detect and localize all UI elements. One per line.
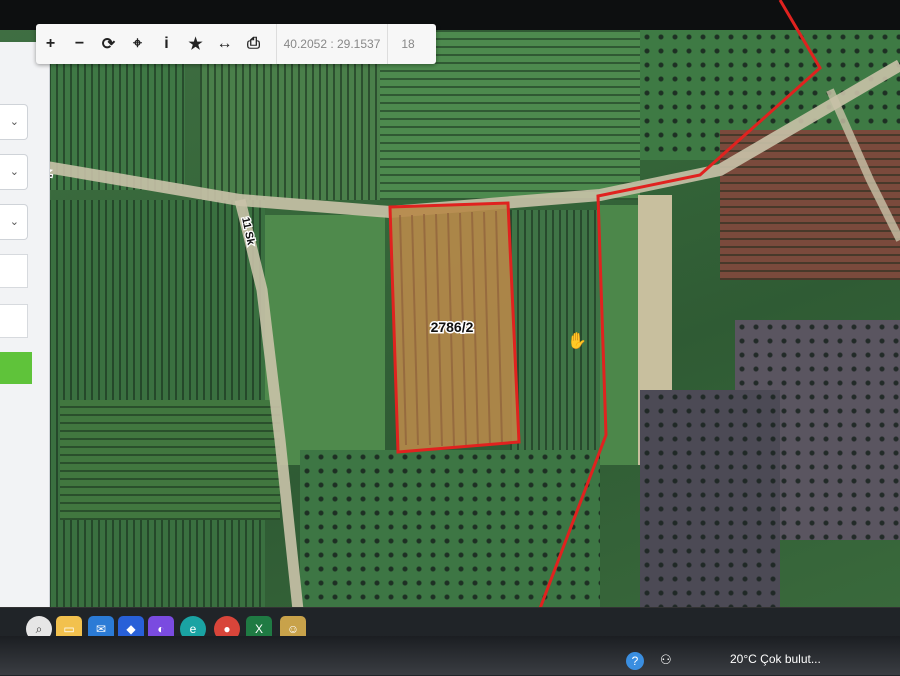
chevron-down-icon: ⌄ — [9, 116, 19, 128]
chevron-down-icon: ⌄ — [9, 166, 19, 178]
side-input-2[interactable] — [0, 304, 28, 338]
side-input-1[interactable] — [0, 254, 28, 288]
star-icon: ★ — [188, 36, 203, 53]
zoom-out-button[interactable]: − — [65, 24, 94, 64]
orchard-field — [510, 210, 600, 470]
print-button[interactable]: ⎙ — [239, 24, 268, 64]
zoom-in-button[interactable]: + — [36, 24, 65, 64]
layer-select-2[interactable]: ⌄ — [0, 154, 28, 190]
orchard-field — [60, 400, 280, 520]
map-toolbar: + − ⟳ ⌖ i ★ ↔ ⎙ 40.2052 : 29.1537 18 — [36, 24, 436, 64]
refresh-icon: ⟳ — [101, 36, 116, 53]
weather-status[interactable]: 20°C Çok bulut... — [730, 652, 821, 666]
plus-icon: + — [45, 35, 56, 52]
info-button[interactable]: i — [152, 24, 181, 64]
orchard-field — [300, 450, 600, 630]
map-view[interactable] — [0, 30, 900, 630]
query-button[interactable] — [0, 352, 32, 384]
dark-orchard — [640, 390, 780, 630]
measure-button[interactable]: ↔ — [210, 24, 239, 64]
coordinate-readout: 40.2052 : 29.1537 — [276, 24, 387, 64]
layer-select-1[interactable]: ⌄ — [0, 104, 28, 140]
info-icon: i — [164, 35, 169, 52]
side-panel: ⌄ ⌄ ⌄ — [0, 42, 50, 607]
locate-button[interactable]: ⌖ — [123, 24, 152, 64]
help-icon[interactable]: ? — [626, 652, 644, 670]
print-icon: ⎙ — [247, 35, 260, 52]
minus-icon: − — [74, 35, 85, 52]
locate-icon: ⌖ — [132, 35, 142, 52]
grass-field — [265, 215, 385, 465]
zoom-level-readout: 18 — [387, 24, 428, 64]
chevron-down-icon: ⌄ — [9, 216, 19, 228]
orchard-field — [35, 50, 185, 190]
favorite-button[interactable]: ★ — [181, 24, 210, 64]
plowed-field — [720, 130, 900, 280]
layer-select-3[interactable]: ⌄ — [0, 204, 28, 240]
measure-icon: ↔ — [216, 35, 233, 52]
refresh-button[interactable]: ⟳ — [94, 24, 123, 64]
people-icon[interactable]: ⚇ — [660, 652, 672, 668]
orchard-field — [200, 40, 380, 200]
